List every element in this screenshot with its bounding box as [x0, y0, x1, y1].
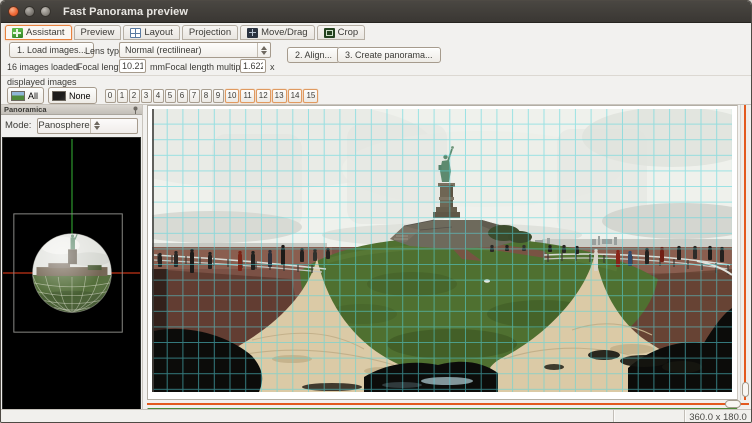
- layout-grid-icon: [130, 28, 141, 38]
- vertical-scrollbar[interactable]: [740, 105, 749, 400]
- tab-bar: Assistant Preview Layout Projection Move…: [1, 23, 751, 40]
- titlebar[interactable]: Fast Panorama preview: [1, 1, 751, 23]
- show-no-images-button[interactable]: None: [48, 87, 97, 104]
- image-toggle-2[interactable]: 2: [129, 89, 140, 103]
- tab-label: Layout: [144, 27, 173, 38]
- panorama-preview-canvas[interactable]: [152, 109, 732, 392]
- image-toggle-12[interactable]: 12: [256, 89, 271, 103]
- maximize-button[interactable]: [40, 6, 51, 17]
- pin-icon[interactable]: [132, 106, 139, 114]
- horizontal-scroll-handle[interactable]: [725, 400, 741, 408]
- mode-select[interactable]: Panosphere: [37, 118, 138, 134]
- tab-label: Projection: [189, 27, 231, 38]
- all-label: All: [28, 91, 38, 101]
- dock-header[interactable]: Panoramica: [1, 105, 142, 115]
- tab-move-drag[interactable]: Move/Drag: [240, 25, 314, 40]
- minimize-button[interactable]: [24, 6, 35, 17]
- displayed-images-label: displayed images: [7, 77, 77, 87]
- close-button[interactable]: [8, 6, 19, 17]
- spinner-arrows-icon[interactable]: [257, 43, 270, 57]
- tab-projection[interactable]: Projection: [182, 25, 238, 40]
- vertical-scroll-handle[interactable]: [742, 382, 749, 397]
- show-all-images-button[interactable]: All: [7, 87, 44, 104]
- mode-value: Panosphere: [38, 120, 89, 131]
- displayed-images-group: displayed images All None 01234567891011…: [1, 75, 751, 105]
- pano-dimensions: 360.0 x 180.0: [685, 410, 751, 423]
- image-toggle-15[interactable]: 15: [303, 89, 318, 103]
- tab-preview[interactable]: Preview: [74, 25, 122, 40]
- assistant-wand-icon: [12, 28, 23, 38]
- scroll-track-line: [147, 403, 749, 405]
- assistant-toolbar: 1. Load images... 16 images loaded. Lens…: [1, 40, 751, 75]
- lens-type-value: Normal (rectilinear): [120, 45, 257, 55]
- image-toggle-1[interactable]: 1: [117, 89, 128, 103]
- load-images-button[interactable]: 1. Load images...: [9, 42, 94, 58]
- image-toggle-4[interactable]: 4: [153, 89, 164, 103]
- status-middle-section: [614, 410, 684, 423]
- focal-length-unit: mm: [150, 62, 165, 72]
- status-main-section: [1, 410, 613, 423]
- lens-type-select[interactable]: Normal (rectilinear): [119, 42, 271, 58]
- tab-assistant[interactable]: Assistant: [5, 25, 72, 40]
- pano-left-edge: [152, 109, 154, 392]
- panosphere: [28, 232, 117, 319]
- all-images-icon: [11, 91, 25, 101]
- preview-area: [147, 105, 738, 400]
- image-toggle-0[interactable]: 0: [105, 89, 116, 103]
- panosphere-canvas[interactable]: [2, 137, 141, 410]
- image-toggle-8[interactable]: 8: [201, 89, 212, 103]
- preview-grid-overlay: [152, 109, 732, 392]
- no-images-icon: [52, 91, 66, 101]
- image-toggle-5[interactable]: 5: [165, 89, 176, 103]
- image-toggle-14[interactable]: 14: [288, 89, 303, 103]
- horizontal-scrollbar[interactable]: [147, 400, 749, 408]
- image-toggle-row: 0123456789101112131415: [105, 89, 319, 103]
- image-toggle-9[interactable]: 9: [213, 89, 224, 103]
- tab-label: Move/Drag: [261, 27, 307, 38]
- tab-label: Preview: [81, 27, 115, 38]
- tab-label: Assistant: [26, 27, 65, 38]
- dock-title: Panoramica: [4, 105, 47, 114]
- align-button[interactable]: 2. Align...: [287, 47, 340, 63]
- image-toggle-6[interactable]: 6: [177, 89, 188, 103]
- create-panorama-button[interactable]: 3. Create panorama...: [337, 47, 441, 63]
- scroll-track-line: [744, 105, 746, 400]
- image-toggle-11[interactable]: 11: [240, 89, 254, 103]
- crop-icon: [324, 28, 335, 38]
- none-label: None: [69, 91, 91, 101]
- tab-label: Crop: [338, 27, 359, 38]
- panorama-dock-panel: Panoramica Mode: Panosphere: [1, 105, 143, 411]
- fast-panorama-preview-window: Fast Panorama preview Assistant Preview …: [0, 0, 752, 423]
- spinner-arrows-icon[interactable]: [90, 119, 103, 133]
- window-title: Fast Panorama preview: [63, 6, 188, 18]
- image-toggle-10[interactable]: 10: [225, 89, 240, 103]
- image-toggle-13[interactable]: 13: [272, 89, 287, 103]
- focal-multiplier-unit: x: [270, 62, 275, 72]
- tab-layout[interactable]: Layout: [123, 25, 180, 40]
- mode-label: Mode:: [5, 120, 31, 131]
- move-drag-icon: [247, 28, 258, 38]
- focal-length-field[interactable]: [119, 59, 146, 73]
- tab-crop[interactable]: Crop: [317, 25, 366, 40]
- image-toggle-7[interactable]: 7: [189, 89, 200, 103]
- image-toggle-3[interactable]: 3: [141, 89, 152, 103]
- focal-multiplier-field[interactable]: [240, 59, 266, 73]
- status-bar: 360.0 x 180.0: [1, 409, 751, 423]
- images-loaded-status: 16 images loaded.: [7, 62, 81, 72]
